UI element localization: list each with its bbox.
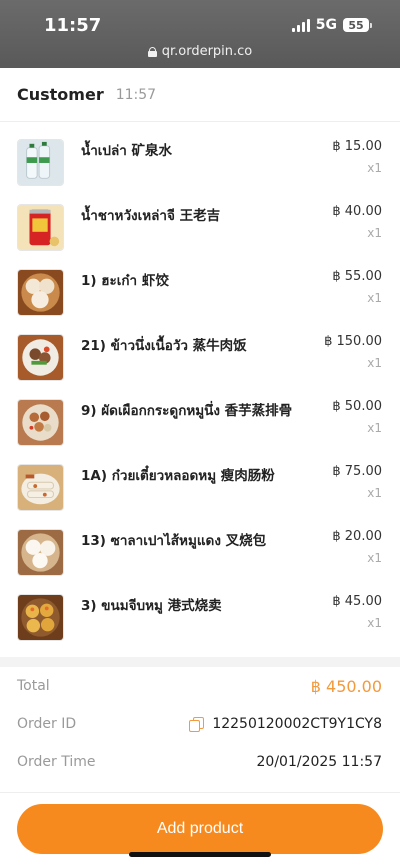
home-indicator (129, 852, 271, 857)
item-price: ฿ 55.00 (332, 269, 382, 284)
order-time-label: Order Time (17, 754, 96, 770)
item-price: ฿ 15.00 (332, 139, 382, 154)
add-product-button[interactable]: Add product (17, 804, 383, 854)
order-time-row: Order Time 20/01/2025 11:57 (0, 743, 400, 781)
order-id-label: Order ID (17, 716, 77, 732)
order-id-row: Order ID 12250120002CT9Y1CY8 (0, 705, 400, 743)
item-quantity: x1 (367, 551, 382, 565)
order-id-value: 12250120002CT9Y1CY8 (212, 716, 382, 732)
list-item: 1A) ก๋วยเตี๋ยวหลอดหมู 瘦肉肠粉 ฿ 75.00 x1 (0, 447, 400, 512)
network-label: 5G (315, 17, 337, 33)
order-summary: Total ฿ 450.00 Order ID 12250120002CT9Y1… (0, 667, 400, 781)
list-item: น้ำเปล่า 矿泉水 ฿ 15.00 x1 (0, 122, 400, 187)
pork-ribs-taro-photo (17, 399, 64, 446)
battery-level: 55 (343, 18, 369, 32)
battery-icon: 55 (343, 18, 372, 32)
siu-mai-photo (17, 594, 64, 641)
shrimp-dumplings-photo (17, 269, 64, 316)
red-tea-can-photo (17, 204, 64, 251)
order-item-list: น้ำเปล่า 矿泉水 ฿ 15.00 x1 น้ำชาหวังเหล่าจี… (0, 122, 400, 642)
lock-icon (147, 46, 157, 57)
item-name: 3) ขนมจีบหมู 港式烧卖 (81, 598, 222, 614)
section-divider (0, 657, 400, 667)
item-name: 1A) ก๋วยเตี๋ยวหลอดหมู 瘦肉肠粉 (81, 468, 275, 484)
item-price: ฿ 45.00 (332, 594, 382, 609)
item-quantity: x1 (367, 161, 382, 175)
item-quantity: x1 (367, 421, 382, 435)
status-indicators: 5G 55 (291, 17, 372, 33)
water-bottles-photo (17, 139, 64, 186)
item-name: 9) ผัดเผือกกระดูกหมูนึ่ง 香芋蒸排骨 (81, 403, 293, 419)
item-name: น้ำชาหวังเหล่าจี 王老吉 (81, 208, 221, 224)
list-item: 1) ฮะเก๋า 虾饺 ฿ 55.00 x1 (0, 252, 400, 317)
item-name: 1) ฮะเก๋า 虾饺 (81, 273, 169, 289)
item-price: ฿ 150.00 (324, 334, 382, 349)
item-quantity: x1 (367, 226, 382, 240)
item-quantity: x1 (367, 291, 382, 305)
item-quantity: x1 (367, 486, 382, 500)
browser-chrome: 11:57 5G 55 qr.orderpin.co (0, 0, 400, 68)
steamed-beef-rice-photo (17, 334, 64, 381)
signal-icon (291, 18, 310, 32)
item-quantity: x1 (367, 616, 382, 630)
copy-icon[interactable] (189, 716, 205, 732)
url-text: qr.orderpin.co (161, 44, 253, 59)
list-item: 21) ข้าวนึ่งเนื้อวัว 蒸牛肉饭 ฿ 150.00 x1 (0, 317, 400, 382)
item-price: ฿ 40.00 (332, 204, 382, 219)
order-id-group: 12250120002CT9Y1CY8 (189, 716, 382, 732)
list-item: 9) ผัดเผือกกระดูกหมูนึ่ง 香芋蒸排骨 ฿ 50.00 x… (0, 382, 400, 447)
item-name: น้ำเปล่า 矿泉水 (81, 143, 173, 159)
total-label: Total (17, 678, 50, 694)
footer-divider (0, 792, 400, 793)
list-item: 3) ขนมจีบหมู 港式烧卖 ฿ 45.00 x1 (0, 577, 400, 642)
order-time-value: 20/01/2025 11:57 (256, 754, 383, 770)
page-title: Customer (17, 85, 104, 104)
item-name: 21) ข้าวนึ่งเนื้อวัว 蒸牛肉饭 (81, 338, 247, 354)
item-price: ฿ 50.00 (332, 399, 382, 414)
item-name: 13) ซาลาเปาไส้หมูแดง 叉烧包 (81, 533, 267, 549)
total-value: ฿ 450.00 (310, 676, 382, 696)
list-item: น้ำชาหวังเหล่าจี 王老吉 ฿ 40.00 x1 (0, 187, 400, 252)
status-time: 11:57 (44, 15, 102, 36)
address-bar[interactable]: qr.orderpin.co (0, 44, 400, 59)
item-price: ฿ 20.00 (332, 529, 382, 544)
rice-noodle-roll-photo (17, 464, 64, 511)
list-item: 13) ซาลาเปาไส้หมูแดง 叉烧包 ฿ 20.00 x1 (0, 512, 400, 577)
item-price: ฿ 75.00 (332, 464, 382, 479)
char-siu-bao-photo (17, 529, 64, 576)
order-header: Customer 11:57 (0, 68, 400, 122)
item-quantity: x1 (367, 356, 382, 370)
total-row: Total ฿ 450.00 (0, 667, 400, 705)
header-time: 11:57 (115, 86, 157, 103)
